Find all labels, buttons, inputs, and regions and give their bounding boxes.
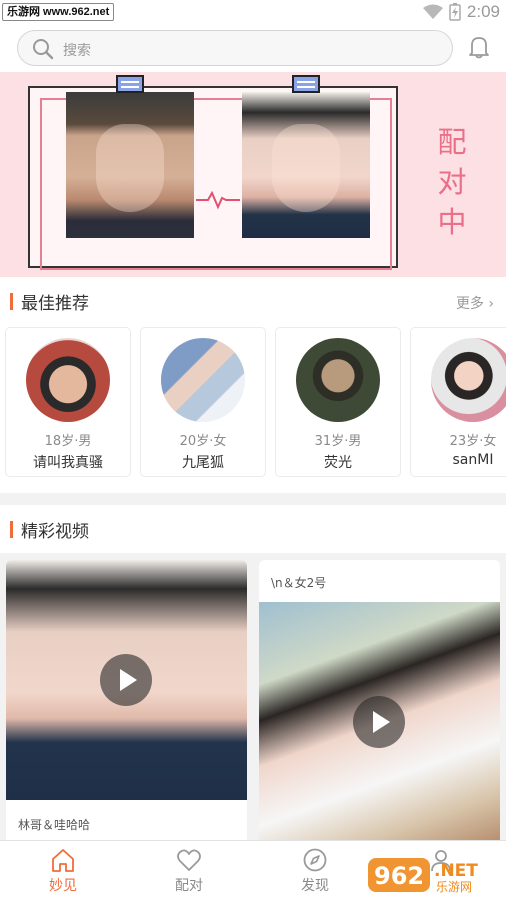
heartbeat-icon — [196, 190, 240, 210]
section-title: 最佳推荐 — [21, 294, 89, 314]
match-photo-left — [66, 92, 194, 238]
video-card[interactable]: \n＆女2号 — [259, 560, 500, 840]
more-link[interactable]: 更多 › — [456, 293, 494, 313]
search-icon — [33, 39, 54, 60]
wifi-icon — [422, 4, 443, 19]
avatar — [161, 338, 245, 422]
tab-label: 妙见 — [49, 878, 77, 894]
avatar — [26, 338, 110, 422]
avatar — [431, 338, 506, 422]
clock: 2:09 — [466, 2, 500, 21]
tab-home[interactable]: 妙见 — [0, 841, 126, 900]
svg-text:962: 962 — [374, 862, 424, 890]
user-card[interactable]: 23岁·女 sanMI — [410, 327, 506, 477]
user-age-gender: 31岁·男 — [314, 434, 362, 449]
tab-label: 发现 — [301, 878, 329, 894]
heart-icon — [177, 849, 201, 871]
video-caption: \n＆女2号 — [271, 576, 327, 590]
photo-clip-icon — [116, 75, 144, 93]
video-section-header: 精彩视频 — [0, 505, 506, 553]
user-age-gender: 20岁·女 — [179, 434, 227, 449]
home-icon — [52, 849, 74, 872]
user-card[interactable]: 18岁·男 请叫我真骚 — [5, 327, 131, 477]
tab-discover[interactable]: 发现 — [252, 841, 378, 900]
status-icons: 2:09 — [422, 0, 500, 24]
svg-text:.NET: .NET — [434, 861, 478, 881]
video-card[interactable]: 林哥＆哇哈哈 — [6, 560, 247, 840]
avatar — [296, 338, 380, 422]
user-age-gender: 18岁·男 — [44, 434, 92, 449]
photo-clip-icon — [292, 75, 320, 93]
status-bar: 乐游网 www.962.net 2:09 — [0, 0, 506, 24]
search-placeholder: 搜索 — [63, 43, 91, 59]
tab-match[interactable]: 配对 — [126, 841, 252, 900]
site-logo-watermark: 962 .NET 乐游网 — [368, 858, 478, 894]
recommend-section-header: 最佳推荐 更多 › — [0, 277, 506, 325]
user-card[interactable]: 20岁·女 九尾狐 — [140, 327, 266, 477]
charging-battery-icon — [449, 3, 461, 21]
user-nickname: 九尾狐 — [182, 455, 224, 471]
matching-banner[interactable]: 配 对 中 — [0, 72, 506, 277]
section-title: 精彩视频 — [21, 522, 89, 542]
section-accent-bar — [10, 521, 13, 538]
search-input[interactable]: 搜索 — [17, 30, 453, 66]
user-age-gender: 23岁·女 — [449, 434, 497, 449]
bell-icon[interactable] — [468, 35, 490, 59]
recommend-list: 18岁·男 请叫我真骚 20岁·女 九尾狐 31岁·男 荧光 23岁·女 san… — [0, 325, 506, 493]
video-grid: 林哥＆哇哈哈 \n＆女2号 — [0, 555, 506, 840]
svg-text:乐游网: 乐游网 — [436, 880, 472, 894]
section-accent-bar — [10, 293, 13, 310]
video-caption: 林哥＆哇哈哈 — [18, 818, 91, 832]
user-nickname: 荧光 — [324, 455, 352, 471]
watermark-badge: 乐游网 www.962.net — [2, 3, 115, 21]
user-nickname: sanMI — [452, 452, 494, 468]
search-header: 搜索 — [0, 24, 506, 72]
play-button[interactable] — [100, 654, 152, 706]
matching-label: 配 对 中 — [437, 125, 467, 239]
compass-icon — [303, 848, 327, 872]
play-button[interactable] — [353, 696, 405, 748]
user-card[interactable]: 31岁·男 荧光 — [275, 327, 401, 477]
match-photo-right — [242, 92, 370, 238]
tab-label: 配对 — [175, 878, 203, 894]
user-nickname: 请叫我真骚 — [33, 455, 103, 471]
